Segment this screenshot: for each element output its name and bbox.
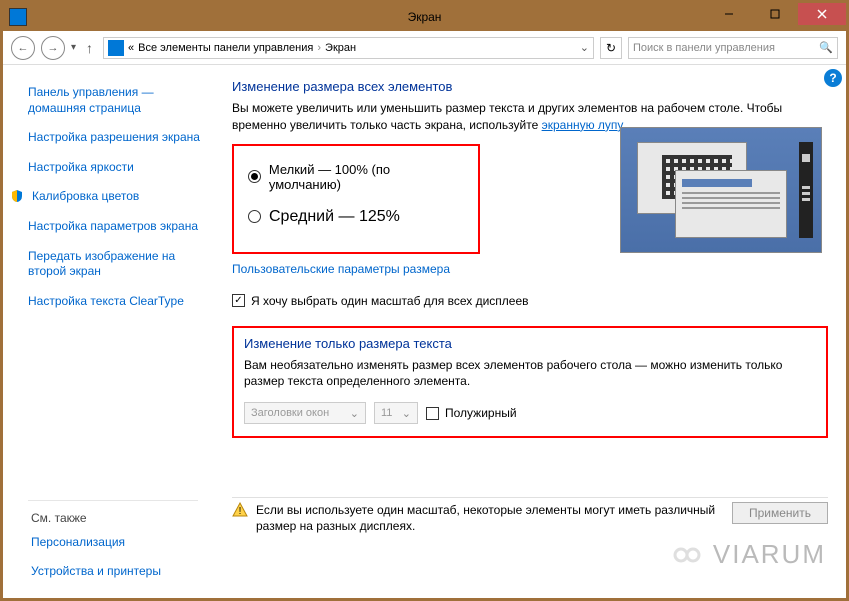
- title-bar: Экран: [3, 3, 846, 31]
- app-icon: [9, 8, 27, 26]
- see-also-personalization[interactable]: Персонализация: [31, 535, 161, 551]
- window-title: Экран: [408, 10, 442, 24]
- radio-icon: [248, 170, 261, 183]
- radio-small[interactable]: Мелкий — 100% (по умолчанию): [248, 162, 464, 192]
- search-input[interactable]: Поиск в панели управления 🔍: [628, 37, 838, 59]
- highlight-box-text-only: Изменение только размера текста Вам необ…: [232, 326, 828, 439]
- breadcrumb-bar[interactable]: « Все элементы панели управления › Экран…: [103, 37, 594, 59]
- nav-bar: ← → ▾ ↑ « Все элементы панели управления…: [3, 31, 846, 65]
- select-element[interactable]: Заголовки окон⌄: [244, 402, 366, 424]
- checkbox-icon: [232, 294, 245, 307]
- sidebar-item-cleartype[interactable]: Настройка текста ClearType: [28, 294, 208, 310]
- sidebar-home[interactable]: Панель управления —домашняя страница: [28, 85, 208, 116]
- preview-illustration: [620, 127, 822, 253]
- up-button[interactable]: ↑: [82, 40, 97, 56]
- help-icon[interactable]: ?: [824, 69, 842, 87]
- checkbox-single-scale[interactable]: Я хочу выбрать один масштаб для всех дис…: [232, 294, 828, 308]
- back-button[interactable]: ←: [11, 36, 35, 60]
- desc-text-only: Вам необязательно изменять размер всех э…: [244, 357, 816, 391]
- divider: [232, 497, 828, 498]
- magnifier-link[interactable]: экранную лупу: [542, 118, 623, 132]
- chevron-down-icon: ⌄: [350, 407, 359, 420]
- heading-text-only: Изменение только размера текста: [244, 336, 816, 351]
- custom-size-link[interactable]: Пользовательские параметры размера: [232, 262, 828, 276]
- sidebar: Панель управления —домашняя страница Нас…: [3, 65, 218, 598]
- chevron-right-icon: ›: [317, 42, 321, 54]
- crumb-parent[interactable]: Все элементы панели управления: [138, 42, 313, 54]
- minimize-button[interactable]: [706, 3, 752, 25]
- close-button[interactable]: [798, 3, 846, 25]
- divider: [28, 500, 198, 501]
- svg-text:!: !: [239, 506, 242, 517]
- see-also-header: См. также: [31, 511, 161, 525]
- maximize-button[interactable]: [752, 3, 798, 25]
- see-also-devices[interactable]: Устройства и принтеры: [31, 564, 161, 580]
- highlight-box-scale: Мелкий — 100% (по умолчанию) Средний — 1…: [232, 144, 480, 254]
- crumb-dropdown[interactable]: ⌄: [580, 41, 589, 54]
- crumb-current: Экран: [325, 42, 356, 54]
- apply-button[interactable]: Применить: [732, 502, 828, 524]
- control-panel-icon: [108, 40, 124, 56]
- radio-icon: [248, 210, 261, 223]
- sidebar-item-params[interactable]: Настройка параметров экрана: [28, 219, 208, 235]
- search-placeholder: Поиск в панели управления: [633, 42, 775, 54]
- search-icon: 🔍: [819, 41, 833, 54]
- select-size[interactable]: 11⌄: [374, 402, 418, 424]
- sidebar-item-calibration[interactable]: Калибровка цветов: [28, 189, 208, 205]
- shield-icon: [10, 189, 24, 203]
- sidebar-item-project[interactable]: Передать изображение на второй экран: [28, 249, 208, 280]
- heading-resize-all: Изменение размера всех элементов: [232, 79, 828, 94]
- radio-medium[interactable]: Средний — 125%: [248, 208, 464, 226]
- recent-dropdown[interactable]: ▾: [71, 42, 76, 53]
- forward-button[interactable]: →: [41, 36, 65, 60]
- warning-icon: !: [232, 502, 248, 518]
- checkbox-bold[interactable]: Полужирный: [426, 406, 517, 420]
- main-content: ? Изменение размера всех элементов Вы мо…: [218, 65, 846, 598]
- watermark: VIARUM: [669, 539, 826, 570]
- checkbox-icon: [426, 407, 439, 420]
- sidebar-item-resolution[interactable]: Настройка разрешения экрана: [28, 130, 208, 146]
- footer-warning-text: Если вы используете один масштаб, некото…: [256, 502, 724, 534]
- chevron-down-icon: ⌄: [402, 407, 411, 420]
- refresh-button[interactable]: ↻: [600, 37, 622, 59]
- crumb-prefix: «: [128, 42, 134, 54]
- sidebar-item-brightness[interactable]: Настройка яркости: [28, 160, 208, 176]
